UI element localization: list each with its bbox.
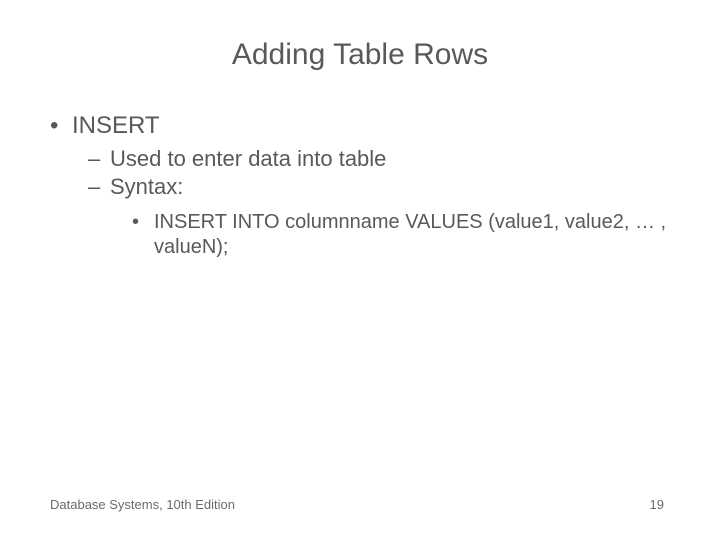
slide-title: Adding Table Rows bbox=[50, 38, 670, 72]
footer-source: Database Systems, 10th Edition bbox=[50, 497, 235, 512]
footer-page-number: 19 bbox=[650, 497, 664, 512]
slide-container: Adding Table Rows INSERT Used to enter d… bbox=[0, 0, 720, 540]
bullet-level3-code: INSERT INTO columnname VALUES (value1, v… bbox=[154, 210, 670, 260]
bullet-level1: INSERT bbox=[72, 112, 670, 140]
bullet-level2-syntax: Syntax: bbox=[110, 174, 670, 200]
bullet-level2-description: Used to enter data into table bbox=[110, 146, 670, 172]
